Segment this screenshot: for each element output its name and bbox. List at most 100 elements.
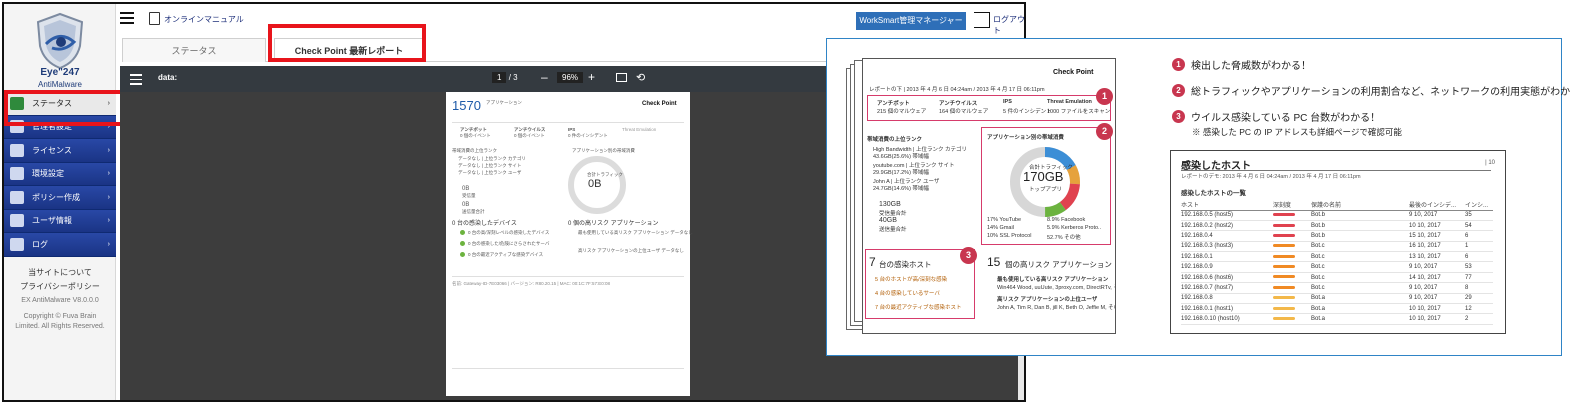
version-text: EX AntiMalware V8.0.0.0 <box>21 297 99 304</box>
logout-icon[interactable] <box>974 12 990 28</box>
total-traffic: 0B <box>588 178 602 190</box>
down-label: 送信量合計 <box>462 209 485 214</box>
chevron-right-icon: › <box>107 193 110 201</box>
legend-item: 8.9% Facebook <box>1047 217 1086 223</box>
last-incident-cell: 10 10, 2017 <box>1409 220 1465 232</box>
sidebar-item-label: ユーザ情報 <box>32 216 72 226</box>
legend-item: 52.7% その他 <box>1047 235 1081 241</box>
severity-bar <box>1273 213 1295 217</box>
point-number: 3 <box>1172 110 1185 123</box>
vendor-logo: Check Point <box>642 101 677 107</box>
risk-count: 15 <box>987 255 1001 269</box>
top-rank-item: 29.9GB(17.2%) 帯域幅 <box>873 170 929 176</box>
last-incident-cell: 14 10, 2017 <box>1409 272 1465 284</box>
threat-value: 164 個のマルウェア <box>939 109 989 115</box>
chevron-right-icon: › <box>107 146 110 154</box>
sidebar-item-policy[interactable]: ポリシー作成 › <box>4 186 116 210</box>
top-rank-title: 帯域消費の上位ランク <box>452 148 497 153</box>
severity-cell <box>1273 293 1311 305</box>
table-row[interactable]: 192.168.0.2 (host2) Bot.b 10 10, 2017 54 <box>1181 220 1493 232</box>
severity-bar <box>1273 275 1295 279</box>
protection-name-cell: Bot.a <box>1311 293 1409 305</box>
legend-item: 10% SSL Protocol <box>987 233 1032 239</box>
last-incident-cell: 10 10, 2017 <box>1409 303 1465 315</box>
host-cell: 192.168.0.10 (host10) <box>1181 313 1273 325</box>
brand-name: Eye"247 <box>40 67 80 78</box>
last-incident-cell: 9 10, 2017 <box>1409 293 1465 305</box>
tab-status[interactable]: ステータス <box>122 38 266 62</box>
table-row[interactable]: 192.168.0.1 Bot.c 13 10, 2017 6 <box>1181 251 1493 263</box>
zoom-out-button[interactable]: – <box>541 70 548 84</box>
hamburger-menu-icon[interactable] <box>120 12 134 24</box>
sidebar-item-environment[interactable]: 環境設定 › <box>4 162 116 186</box>
infected-item: 0 台の感染した/危険にさらされたサーバ <box>468 241 550 246</box>
hosts-page: | 10 <box>1485 160 1495 166</box>
chevron-right-icon: › <box>107 170 110 178</box>
protection-name-cell: Bot.a <box>1311 303 1409 315</box>
zoom-level[interactable]: 96% <box>557 72 584 83</box>
table-row[interactable]: 192.168.0.4 Bot.b 15 10, 2017 6 <box>1181 230 1493 242</box>
table-row[interactable]: 192.168.0.1 (host1) Bot.a 10 10, 2017 12 <box>1181 303 1493 315</box>
severity-cell <box>1273 241 1311 253</box>
host-cell: 192.168.0.2 (host2) <box>1181 220 1273 232</box>
about-link[interactable]: 当サイトについて <box>4 266 116 280</box>
table-row[interactable]: 192.168.0.7 (host7) Bot.c 9 10, 2017 8 <box>1181 282 1493 294</box>
incident-count-cell: 12 <box>1465 303 1493 315</box>
top-rank-item: データなし | 上位ランク カテゴリ <box>458 156 526 161</box>
up-label: 受信量 <box>462 193 476 198</box>
sidebar-item-license[interactable]: ライセンス › <box>4 139 116 163</box>
column-header: 最後のインシデ... <box>1409 199 1465 211</box>
incident-count-cell: 6 <box>1465 251 1493 263</box>
manual-link[interactable]: オンラインマニュアル <box>164 14 244 25</box>
up-value: 0B <box>462 186 470 192</box>
severity-cell <box>1273 303 1311 315</box>
point-3: 3 ウイルス感染している PC 台数がわかる！ <box>1172 109 1380 124</box>
zoom-in-button[interactable]: + <box>588 70 595 84</box>
report-period: レポートの下 | 2013 年 4 月 6 日 04:24am / 2013 年… <box>869 87 1045 93</box>
risk-item: 最も使用している高リスク アプリケーション <box>997 277 1109 283</box>
gear-icon <box>10 167 24 181</box>
down-value: 0B <box>462 202 470 208</box>
threat-sub: 0 件のインシデント <box>568 133 608 138</box>
logout-link[interactable]: ログアウト <box>993 14 1024 36</box>
lock-icon <box>10 143 24 157</box>
hosts-table-body: 192.168.0.5 (host5) Bot.b 9 10, 2017 35 192.… <box>1181 210 1493 325</box>
table-row[interactable]: 192.168.0.8 Bot.a 9 10, 2017 29 <box>1181 293 1493 305</box>
table-row[interactable]: 192.168.0.5 (host5) Bot.b 9 10, 2017 35 <box>1181 210 1493 221</box>
sidebar-item-log[interactable]: ログ › <box>4 233 116 257</box>
hosts-period: レポートのデモ: 2013 年 4 月 6 日 04:24am / 2013 年… <box>1181 174 1361 180</box>
threat-name: アンチボット <box>877 101 910 107</box>
threat-sub: 0 個のイベント <box>460 133 491 138</box>
top-rank-item: 24.7GB(14.6%) 帯域幅 <box>873 186 929 192</box>
top-rank-item: データなし | 上位ランク ユーザ <box>458 170 522 175</box>
privacy-link[interactable]: プライバシーポリシー <box>4 280 116 294</box>
page-current[interactable]: 1 <box>492 72 507 83</box>
table-row[interactable]: 192.168.0.6 (host6) Bot.c 14 10, 2017 77 <box>1181 272 1493 284</box>
bandwidth-title: アプリケーション別の帯域消費 <box>987 135 1064 141</box>
legend-item: 17% YouTube <box>987 217 1022 223</box>
point-3-note: ※ 感染した PC の IP アドレスも詳細ページで確認可能 <box>1192 127 1402 137</box>
severity-bar <box>1273 233 1295 237</box>
fit-page-icon[interactable] <box>616 73 627 82</box>
host-cell: 192.168.0.7 (host7) <box>1181 282 1273 294</box>
risk-apps-title: 0 個の高リスク アプリケーション <box>568 221 659 227</box>
column-header: インシ... <box>1465 199 1493 211</box>
rotate-icon[interactable]: ⟲ <box>636 71 645 84</box>
last-incident-cell: 13 10, 2017 <box>1409 251 1465 263</box>
check-icon <box>460 230 465 235</box>
sidebar-item-users[interactable]: ユーザ情報 › <box>4 209 116 233</box>
sidebar-footer: 当サイトについて プライバシーポリシー EX AntiMalware V8.0.… <box>4 266 116 332</box>
risk-item: John A, Tim R, Dan B, jill K, Beth O, Je… <box>997 305 1115 311</box>
table-row[interactable]: 192.168.0.10 (host10) Bot.a 10 10, 2017 2 <box>1181 313 1493 325</box>
app-count: 1570 <box>452 98 481 113</box>
incident-count-cell: 6 <box>1465 230 1493 242</box>
threat-label: IPS <box>568 127 576 132</box>
severity-bar <box>1273 244 1295 248</box>
severity-bar <box>1273 317 1295 321</box>
protection-name-cell: Bot.c <box>1311 282 1409 294</box>
point-text: 検出した脅威数がわかる！ <box>1191 61 1311 72</box>
table-row[interactable]: 192.168.0.9 Bot.c 9 10, 2017 53 <box>1181 261 1493 273</box>
manager-button[interactable]: WorkSmart管理マネージャー <box>856 12 966 30</box>
table-row[interactable]: 192.168.0.3 (host3) Bot.c 16 10, 2017 1 <box>1181 241 1493 253</box>
viewer-menu-icon[interactable] <box>130 74 142 88</box>
